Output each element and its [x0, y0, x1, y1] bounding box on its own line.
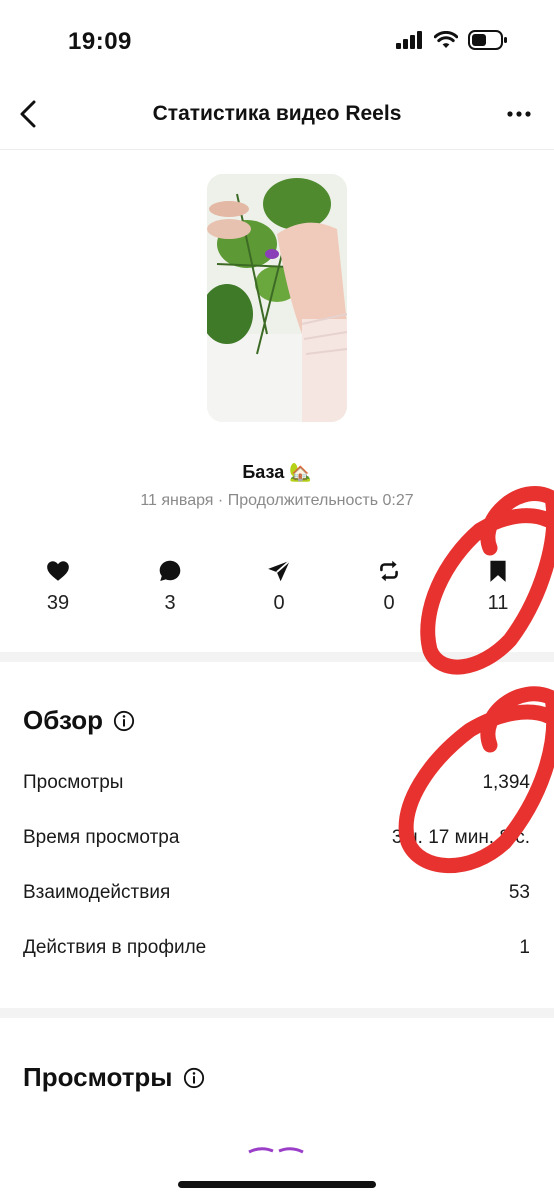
reposts-count: 0	[383, 592, 395, 614]
row-value: 1,394	[482, 772, 530, 793]
row-label: Действия в профиле	[23, 937, 207, 958]
views-title: Просмотры	[23, 1062, 173, 1092]
battery-icon	[468, 30, 507, 50]
row-value: 1	[519, 937, 530, 958]
reel-title: База 🏡	[0, 462, 554, 483]
reel-meta: 11 января · Продолжительность 0:27	[140, 492, 414, 509]
overview-row-views: Просмотры 1,394	[23, 768, 530, 798]
bookmark-icon	[490, 560, 506, 582]
reel-title-text: База	[242, 462, 285, 482]
chart-peek	[248, 1147, 304, 1154]
section-divider	[0, 652, 554, 662]
signal-icon	[396, 31, 422, 49]
overview-row-profile-actions[interactable]: Действия в профиле 1	[23, 933, 530, 963]
overview-title: Обзор	[23, 705, 103, 735]
saves-count: 11	[487, 592, 509, 614]
views-section-title: Просмотры	[23, 1062, 205, 1093]
comment-icon	[159, 560, 181, 581]
row-label: Взаимодействия	[23, 882, 171, 903]
repost-icon	[380, 560, 398, 582]
overview-section-title: Обзор	[23, 705, 135, 736]
info-icon[interactable]	[183, 1067, 205, 1089]
reposts-stat: 0	[349, 558, 429, 615]
row-label: Просмотры	[23, 772, 124, 793]
share-icon	[268, 560, 291, 582]
status-bar: 19:09	[0, 0, 554, 80]
reel-thumbnail[interactable]	[207, 174, 347, 422]
row-value: 53	[508, 882, 530, 903]
status-time: 19:09	[68, 28, 132, 55]
overview-row-watch-time: Время просмотра 3 ч. 17 мин. 8 с.	[23, 823, 530, 853]
info-icon[interactable]	[113, 710, 135, 732]
section-divider	[0, 1008, 554, 1018]
more-horizontal-icon	[507, 111, 531, 117]
comments-count: 3	[164, 592, 176, 614]
reel-thumbnail-image	[207, 174, 347, 422]
shares-stat: 0	[239, 558, 319, 615]
row-value: 3 ч. 17 мин. 8 с.	[391, 827, 530, 848]
wifi-icon	[434, 31, 458, 48]
page-title: Статистика видео Reels	[152, 102, 402, 125]
home-indicator[interactable]	[178, 1181, 376, 1188]
likes-count: 39	[46, 592, 70, 614]
overview-row-interactions[interactable]: Взаимодействия 53	[23, 878, 530, 908]
row-label: Время просмотра	[23, 827, 180, 848]
status-icons	[396, 30, 508, 50]
saves-stat: 11	[458, 558, 538, 615]
engagement-stats: 39 3 0 0 11	[0, 558, 554, 628]
nav-bar: Статистика видео Reels	[0, 80, 554, 150]
likes-stat: 39	[18, 558, 98, 615]
heart-icon	[47, 561, 69, 581]
comments-stat: 3	[130, 558, 210, 615]
house-emoji: 🏡	[289, 462, 312, 482]
shares-count: 0	[273, 592, 285, 614]
more-options-button[interactable]	[504, 98, 534, 130]
